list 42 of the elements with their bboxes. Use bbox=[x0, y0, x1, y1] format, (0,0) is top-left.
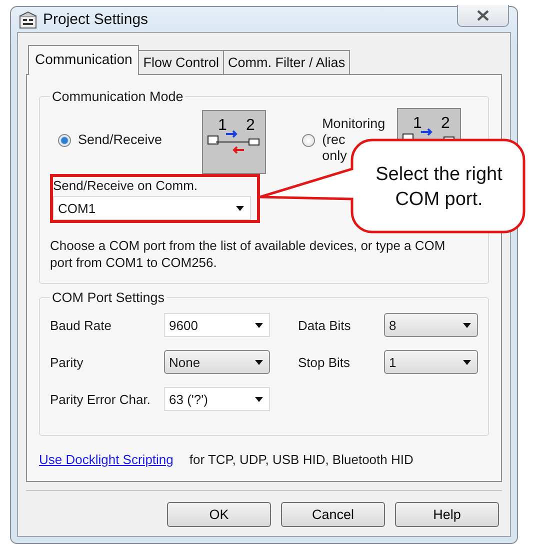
radio-button[interactable] bbox=[302, 134, 316, 146]
tab[interactable]: Flow Control bbox=[138, 50, 224, 75]
scripting-link[interactable]: Use Docklight Scripting bbox=[39, 452, 174, 467]
radio-label: (rec bbox=[322, 132, 346, 148]
field-label: Data Bits bbox=[298, 318, 352, 332]
dropdown[interactable]: 8 bbox=[384, 313, 478, 337]
radio-label: Monitoring bbox=[322, 116, 386, 132]
dropdown[interactable]: 1 bbox=[384, 350, 478, 374]
dropdown-arrow-icon bbox=[255, 396, 263, 402]
group-title: COM Port Settings bbox=[51, 290, 166, 305]
dropdown[interactable]: None bbox=[164, 350, 270, 374]
dropdown-arrow-icon bbox=[463, 360, 471, 364]
radio-option[interactable]: Send/Receive bbox=[58, 132, 162, 148]
field-label: Send/Receive on Comm. bbox=[53, 177, 199, 195]
dialog-button[interactable]: Help bbox=[395, 502, 499, 527]
dialog-button[interactable]: Cancel bbox=[281, 502, 385, 527]
tab[interactable]: Communication bbox=[28, 45, 140, 75]
dropdown[interactable]: 9600 bbox=[164, 313, 270, 337]
hint-text: Choose a COM port from the list of available devices, or type a COM port from COM1 to COM256. bbox=[50, 237, 446, 271]
dropdown-arrow-icon bbox=[255, 360, 263, 364]
window-title: Project Settings bbox=[43, 11, 148, 28]
settings-window-icon bbox=[19, 10, 37, 28]
group-title: Communication Mode bbox=[51, 89, 184, 104]
port-combo[interactable]: COM1 bbox=[53, 196, 251, 220]
radio-option[interactable]: Monitoring (rec only bbox=[302, 116, 386, 164]
field-label: Parity bbox=[50, 354, 84, 370]
dialog-button[interactable]: OK bbox=[167, 502, 271, 527]
radio-label: Send/Receive bbox=[78, 132, 162, 148]
connection-diagram: 1 2 bbox=[202, 110, 266, 174]
field-label: Stop Bits bbox=[298, 354, 352, 370]
radio-button[interactable] bbox=[58, 134, 71, 146]
dropdown-arrow-icon bbox=[255, 322, 263, 328]
radio-label: only bbox=[322, 148, 347, 164]
tab[interactable]: Comm. Filter / Alias bbox=[223, 50, 350, 75]
dropdown-arrow-icon bbox=[236, 206, 244, 210]
close-button[interactable] bbox=[457, 4, 509, 26]
field-label: Parity Error Char. bbox=[50, 392, 152, 406]
link-note: for TCP, UDP, USB HID, Bluetooth HID bbox=[189, 452, 414, 467]
dropdown[interactable]: 63 ('?') bbox=[164, 387, 270, 411]
dropdown-arrow-icon bbox=[463, 322, 471, 328]
close-icon bbox=[477, 10, 489, 20]
field-label: Baud Rate bbox=[50, 318, 112, 332]
